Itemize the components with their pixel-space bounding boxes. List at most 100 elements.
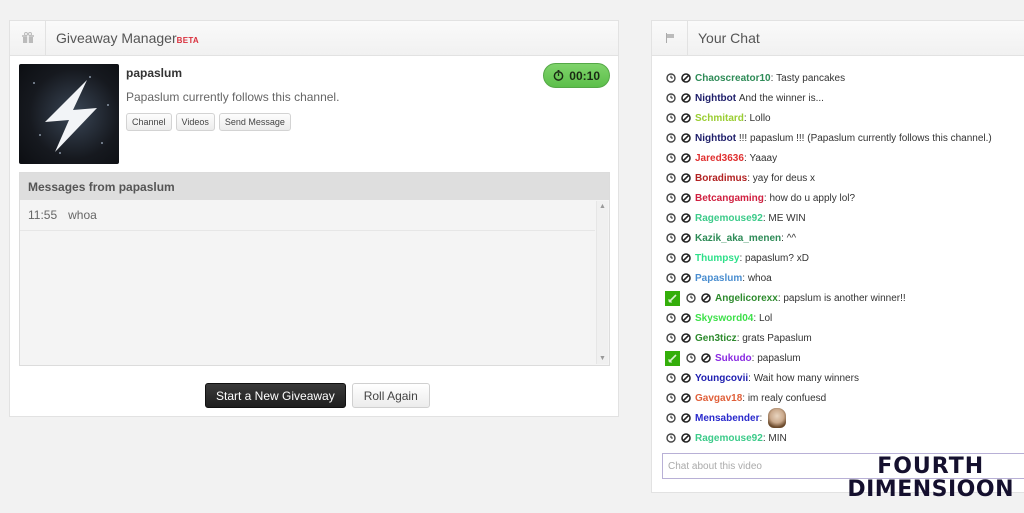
watermark-line-1: FOURTH xyxy=(877,454,985,479)
chat-username[interactable]: Kazik_aka_menen xyxy=(695,233,781,244)
messages-scrollbar[interactable]: ▲ ▼ xyxy=(596,201,608,364)
timeout-clock-icon[interactable] xyxy=(665,213,676,224)
giveaway-manager-panel: Giveaway ManagerBETA papaslum Papaslum c… xyxy=(9,20,619,417)
ban-icon[interactable] xyxy=(700,353,711,364)
chat-message-text: papaslum xyxy=(757,352,801,364)
chat-username[interactable]: Papaslum xyxy=(695,273,742,284)
watermark-line-2: DIMENSIOON xyxy=(847,477,1014,502)
chat-line: Ragemouse92: ME WIN xyxy=(665,208,1024,228)
timeout-clock-icon[interactable] xyxy=(665,193,676,204)
ban-icon[interactable] xyxy=(680,433,691,444)
ban-icon[interactable] xyxy=(680,213,691,224)
ban-icon[interactable] xyxy=(680,193,691,204)
channel-button[interactable]: Channel xyxy=(126,113,172,131)
timeout-clock-icon[interactable] xyxy=(665,393,676,404)
chat-username[interactable]: Skysword04 xyxy=(695,313,753,324)
timeout-clock-icon[interactable] xyxy=(665,333,676,344)
winner-avatar[interactable] xyxy=(19,64,119,164)
ban-icon[interactable] xyxy=(700,293,711,304)
timeout-clock-icon[interactable] xyxy=(665,253,676,264)
face-emote-icon xyxy=(768,408,787,428)
ban-icon[interactable] xyxy=(680,173,691,184)
chat-username[interactable]: Youngcovii xyxy=(695,373,748,384)
start-new-giveaway-button[interactable]: Start a New Giveaway xyxy=(205,383,346,408)
timeout-clock-icon[interactable] xyxy=(665,153,676,164)
beta-badge: BETA xyxy=(176,36,200,45)
send-message-button[interactable]: Send Message xyxy=(218,113,291,131)
timeout-clock-icon[interactable] xyxy=(665,73,676,84)
chat-line: Mensabender: xyxy=(665,408,1024,428)
timeout-clock-icon[interactable] xyxy=(665,373,676,384)
roll-again-button[interactable]: Roll Again xyxy=(351,383,430,408)
giveaway-header: Giveaway ManagerBETA xyxy=(10,21,618,56)
ban-icon[interactable] xyxy=(680,93,691,104)
timeout-clock-icon[interactable] xyxy=(665,413,676,424)
timeout-clock-icon[interactable] xyxy=(665,433,676,444)
timeout-clock-icon[interactable] xyxy=(665,233,676,244)
chat-username[interactable]: Thumpsy xyxy=(695,253,739,264)
chat-line: Nightbot !!! papaslum !!! (Papaslum curr… xyxy=(665,128,1024,148)
scroll-down-arrow-icon[interactable]: ▼ xyxy=(599,355,606,362)
ban-icon[interactable] xyxy=(680,373,691,384)
chat-separator: : xyxy=(759,412,766,424)
timeout-clock-icon[interactable] xyxy=(685,293,696,304)
ban-icon[interactable] xyxy=(680,313,691,324)
chat-username[interactable]: Chaoscreator10 xyxy=(695,73,771,84)
ban-icon[interactable] xyxy=(680,133,691,144)
chat-username[interactable]: Sukudo xyxy=(715,353,752,364)
chat-username[interactable]: Boradimus xyxy=(695,173,747,184)
ban-icon[interactable] xyxy=(680,73,691,84)
ban-icon[interactable] xyxy=(680,253,691,264)
moderator-sword-icon xyxy=(665,350,680,366)
chat-username[interactable]: Schmitard xyxy=(695,113,744,124)
chat-message-text: Tasty pancakes xyxy=(776,72,846,84)
chat-messages: Chaoscreator10: Tasty pancakes Nightbot A… xyxy=(665,68,1024,448)
chat-username[interactable]: Betcangaming xyxy=(695,193,764,204)
chat-message-text: Lol xyxy=(758,312,773,324)
timeout-clock-icon[interactable] xyxy=(665,133,676,144)
chat-message-text: MIN xyxy=(768,432,787,444)
chat-message-text: grats Papaslum xyxy=(742,332,812,344)
chat-username[interactable]: Nightbot xyxy=(695,93,736,104)
messages-header: Messages from papaslum xyxy=(20,173,609,200)
chat-message-text: And the winner is... xyxy=(738,92,824,104)
chat-username[interactable]: Jared3636 xyxy=(695,153,744,164)
chat-line: Nightbot And the winner is... xyxy=(665,88,1024,108)
ban-icon[interactable] xyxy=(680,233,691,244)
scroll-up-arrow-icon[interactable]: ▲ xyxy=(599,203,606,210)
timer-value: 00:10 xyxy=(569,68,600,83)
chat-username[interactable]: Angelicorexx xyxy=(715,293,778,304)
timeout-clock-icon[interactable] xyxy=(665,173,676,184)
ban-icon[interactable] xyxy=(680,333,691,344)
chat-line: Gen3ticz: grats Papaslum xyxy=(665,328,1024,348)
chat-username[interactable]: Gen3ticz xyxy=(695,333,737,344)
chat-line: Gavgav18: im realy confuesd xyxy=(665,388,1024,408)
chat-username[interactable]: Ragemouse92 xyxy=(695,213,763,224)
countdown-timer: 00:10 xyxy=(543,63,610,88)
chat-message-text: whoa xyxy=(747,272,772,284)
ban-icon[interactable] xyxy=(680,413,691,424)
timeout-clock-icon[interactable] xyxy=(665,273,676,284)
videos-button[interactable]: Videos xyxy=(175,113,215,131)
messages-box: Messages from papaslum 11:55 whoa ▲ ▼ xyxy=(19,172,610,366)
chat-username[interactable]: Ragemouse92 xyxy=(695,433,763,444)
stopwatch-icon xyxy=(553,70,564,81)
moderator-sword-icon xyxy=(665,290,680,306)
ban-icon[interactable] xyxy=(680,113,691,124)
winner-username: papaslum xyxy=(126,66,183,80)
chat-message-text: how do u apply lol? xyxy=(769,192,856,204)
chat-message-text: im realy confuesd xyxy=(747,392,827,404)
chat-username[interactable]: Gavgav18 xyxy=(695,393,742,404)
ban-icon[interactable] xyxy=(680,153,691,164)
chat-message-text: Yaaay xyxy=(749,152,778,164)
chat-line: Angelicorexx: papslum is another winner!… xyxy=(665,288,1024,308)
timeout-clock-icon[interactable] xyxy=(665,113,676,124)
ban-icon[interactable] xyxy=(680,393,691,404)
chat-line: Betcangaming: how do u apply lol? xyxy=(665,188,1024,208)
chat-username[interactable]: Mensabender xyxy=(695,413,759,424)
timeout-clock-icon[interactable] xyxy=(685,353,696,364)
ban-icon[interactable] xyxy=(680,273,691,284)
timeout-clock-icon[interactable] xyxy=(665,313,676,324)
timeout-clock-icon[interactable] xyxy=(665,93,676,104)
chat-username[interactable]: Nightbot xyxy=(695,133,736,144)
